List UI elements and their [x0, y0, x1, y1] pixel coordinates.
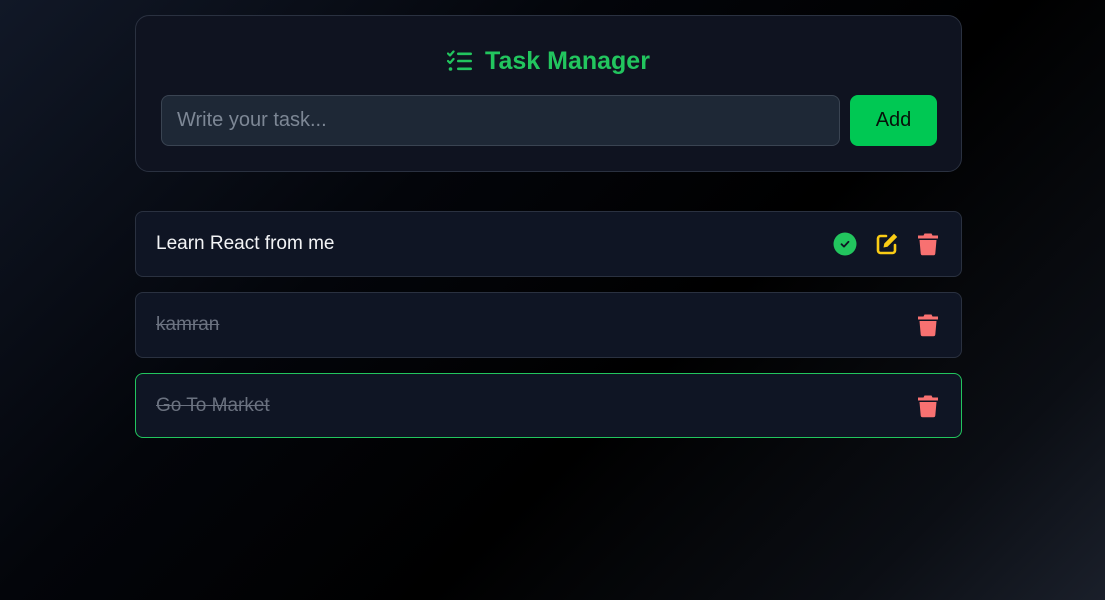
- trash-icon: [918, 314, 938, 337]
- complete-task-button[interactable]: [833, 232, 857, 256]
- edit-task-button[interactable]: [875, 232, 899, 256]
- task-actions: [833, 212, 939, 276]
- delete-task-button[interactable]: [917, 394, 939, 418]
- task-actions: [917, 293, 939, 357]
- delete-task-button[interactable]: [917, 313, 939, 337]
- task-text: Learn React from me: [156, 233, 335, 254]
- trash-icon: [918, 395, 938, 417]
- task-item: kamran: [135, 292, 962, 358]
- delete-task-button[interactable]: [917, 232, 939, 256]
- task-item: Go To Market: [135, 373, 962, 438]
- edit-icon: [876, 233, 898, 255]
- task-text: Go To Market: [156, 394, 270, 416]
- list-check-icon: [447, 50, 473, 72]
- title-text: Task Manager: [485, 46, 650, 75]
- task-actions: [917, 374, 939, 437]
- check-icon: [833, 232, 857, 256]
- trash-icon: [918, 233, 938, 256]
- task-input[interactable]: [161, 95, 840, 146]
- task-manager-header-card: Task Manager Add: [135, 15, 962, 172]
- task-item: Learn React from me: [135, 211, 962, 277]
- task-text: kamran: [156, 314, 220, 335]
- page-title: Task Manager: [136, 46, 961, 76]
- add-task-button[interactable]: Add: [850, 95, 937, 146]
